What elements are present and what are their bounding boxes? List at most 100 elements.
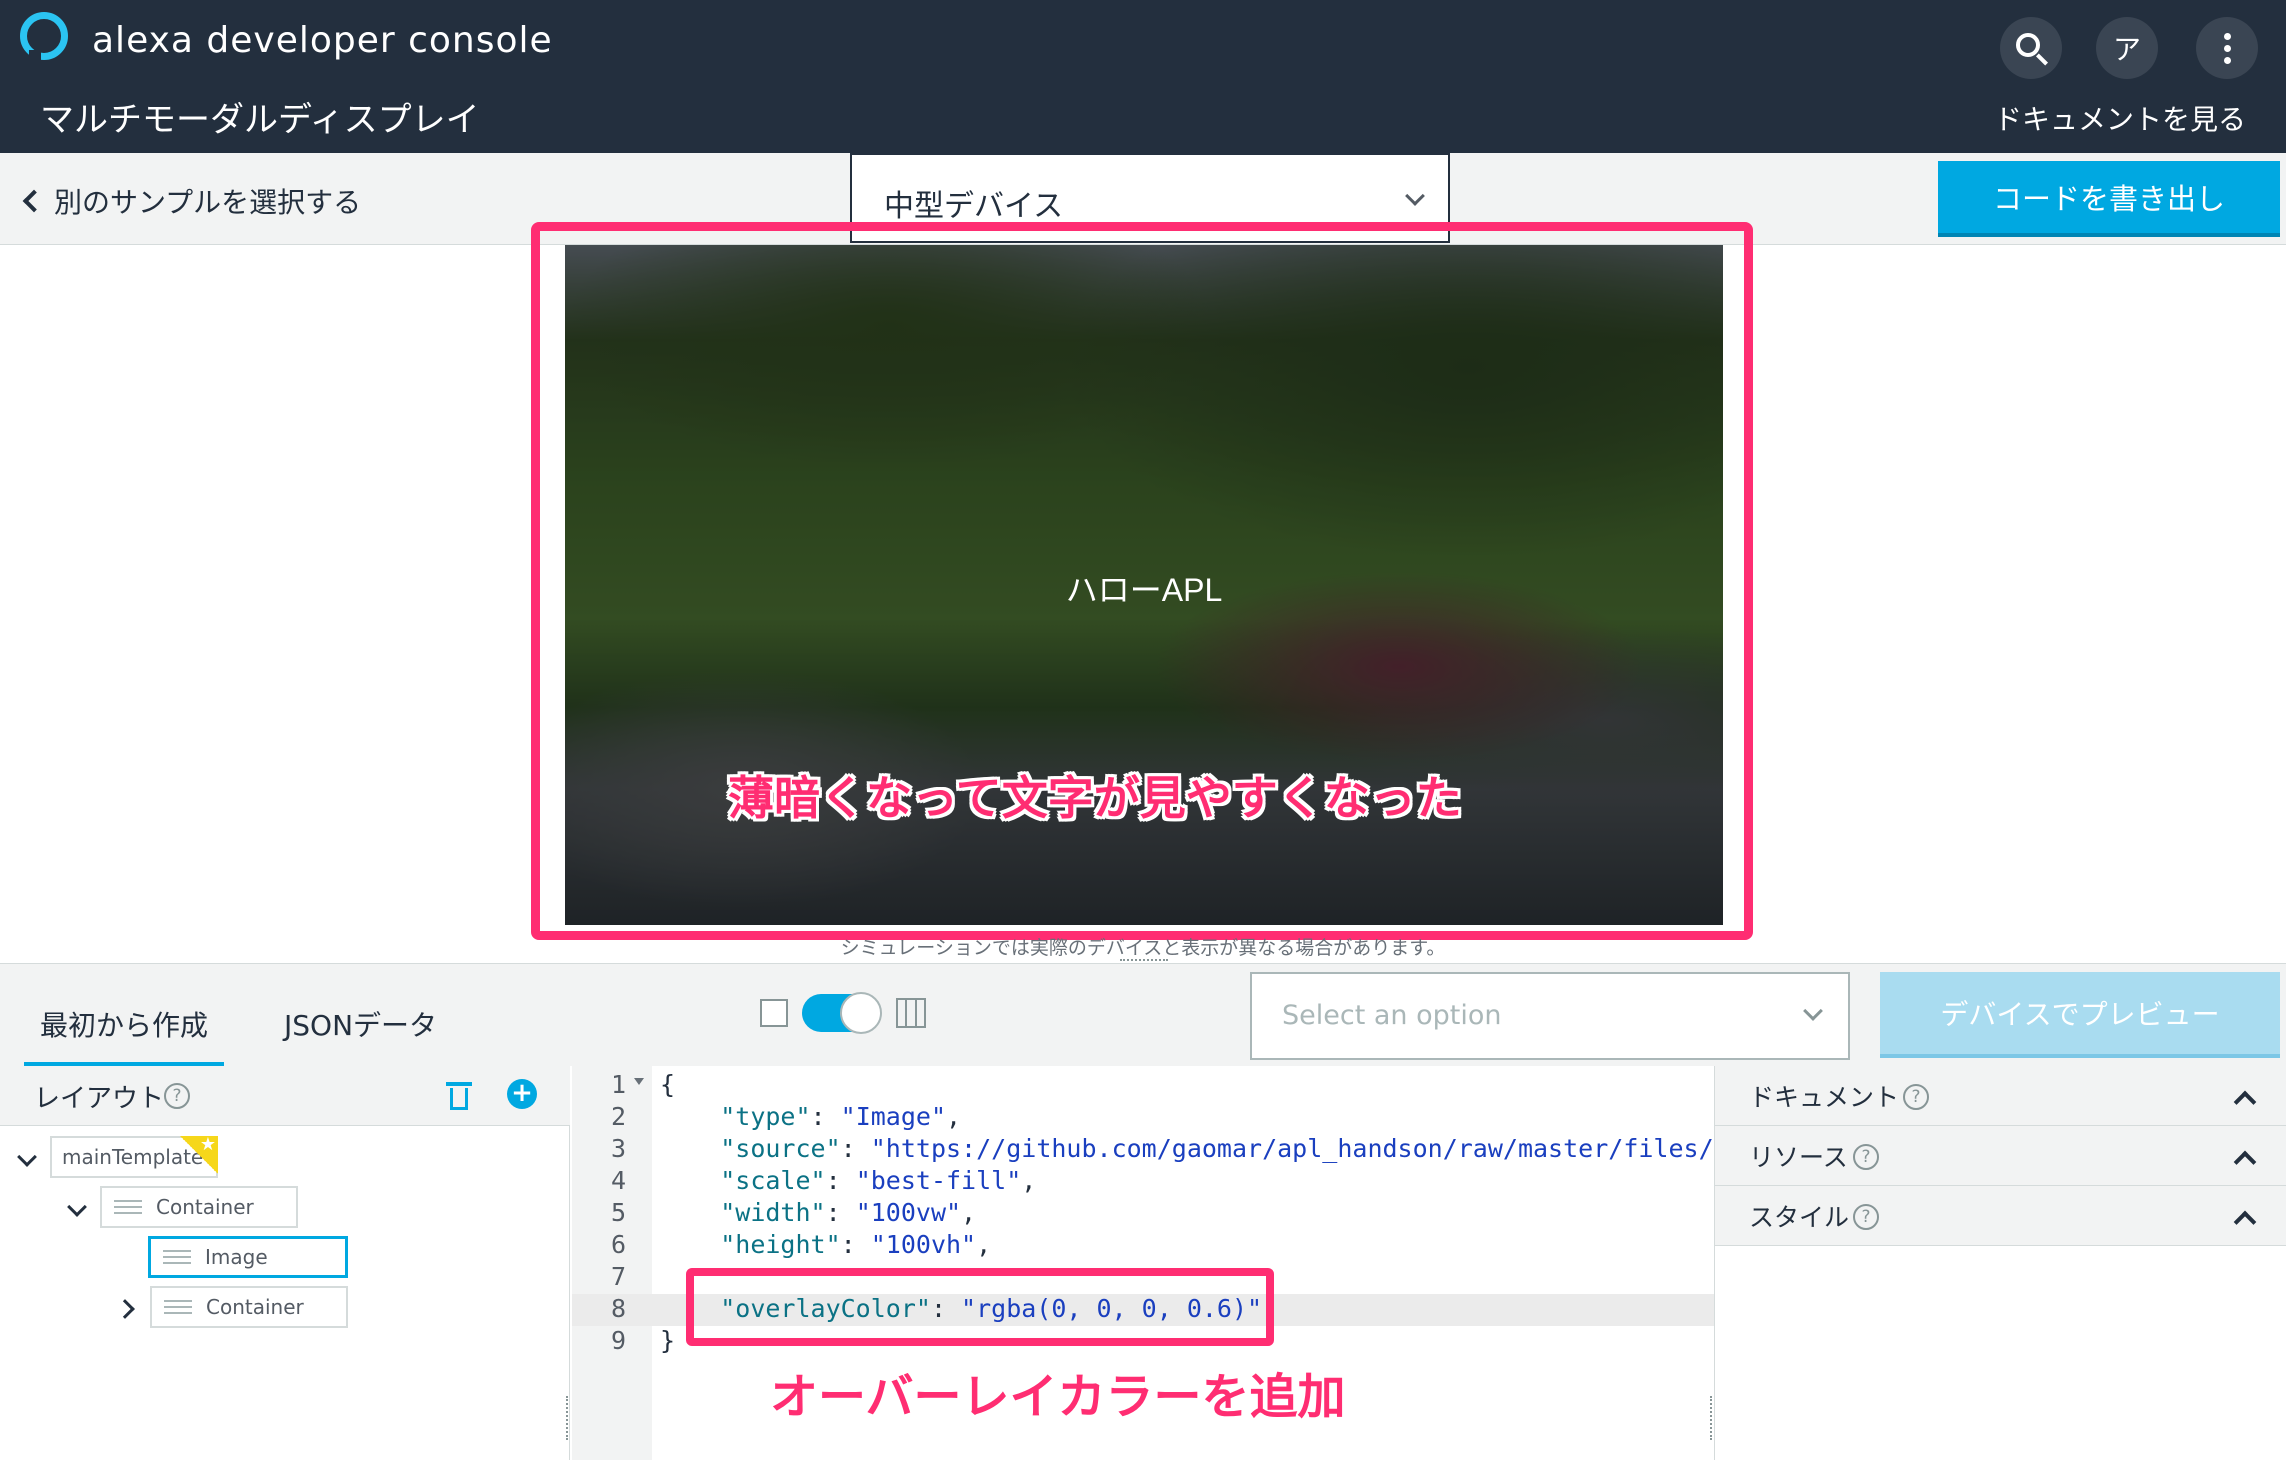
star-icon	[180, 1134, 218, 1174]
code-highlight-frame	[686, 1268, 1274, 1346]
line-number: 1	[610, 1070, 626, 1099]
alexa-logo-icon[interactable]	[20, 12, 68, 62]
json-punctuation: :	[825, 1198, 856, 1227]
export-code-button[interactable]: コードを書き出し	[1938, 161, 2280, 237]
json-key: "scale"	[720, 1166, 826, 1195]
json-punctuation: :	[810, 1102, 841, 1131]
tab-json-data[interactable]: JSONデータ	[284, 1004, 437, 1062]
tree-node-image[interactable]: Image	[148, 1236, 348, 1278]
page-title: マルチモーダルディスプレイ	[40, 100, 480, 140]
layout-panel-title: レイアウト	[34, 1084, 165, 1114]
help-icon[interactable]: ?	[1853, 1144, 1879, 1170]
help-icon[interactable]: ?	[164, 1083, 190, 1109]
code-line[interactable]: 2 "type": "Image",	[572, 1102, 1714, 1134]
line-number: 8	[610, 1294, 626, 1323]
code-text: "scale": "best-fill",	[660, 1166, 1036, 1195]
fold-caret-icon[interactable]	[634, 1078, 644, 1085]
code-line[interactable]: 6 "height": "100vh",	[572, 1230, 1714, 1262]
docs-link[interactable]: ドキュメントを見る	[1994, 98, 2246, 138]
chevron-right-icon[interactable]	[115, 1299, 135, 1319]
side-panel: ドキュメント ? リソース ? スタイル ?	[1714, 1066, 2286, 1460]
accordion-documents[interactable]: ドキュメント ?	[1715, 1066, 2286, 1126]
back-to-samples-link[interactable]: 別のサンプルを選択する	[20, 181, 361, 221]
component-lines-icon	[164, 1300, 192, 1314]
json-key: "source"	[720, 1134, 841, 1163]
code-line[interactable]: 4 "scale": "best-fill",	[572, 1166, 1714, 1198]
chevron-up-icon[interactable]	[2233, 1150, 2257, 1174]
layout-panel-header: レイアウト ? +	[0, 1066, 570, 1126]
top-header: alexa developer console マルチモーダルディスプレイ ドキ…	[0, 0, 2286, 153]
chevron-down-icon[interactable]	[17, 1147, 37, 1167]
component-lines-icon	[114, 1200, 142, 1214]
help-icon[interactable]: ?	[1903, 1084, 1929, 1110]
chevron-down-icon[interactable]	[67, 1197, 87, 1217]
chevron-up-icon[interactable]	[2233, 1090, 2257, 1114]
preview-callout-text: 薄暗くなって文字が見やすくなった	[728, 771, 1462, 825]
accordion-label: スタイル	[1749, 1203, 1850, 1232]
json-string: "https://github.com/gaomar/apl_handson/r…	[870, 1134, 1714, 1163]
chevron-up-icon[interactable]	[2233, 1210, 2257, 1234]
accordion-resources[interactable]: リソース ?	[1715, 1126, 2286, 1186]
help-icon[interactable]: ?	[1853, 1204, 1879, 1230]
accordion-label: ドキュメント	[1749, 1083, 1900, 1112]
json-punctuation	[660, 1102, 720, 1131]
code-text: "width": "100vw",	[660, 1198, 976, 1227]
json-string: "100vw"	[855, 1198, 962, 1227]
view-mode-toggle[interactable]	[802, 992, 882, 1034]
code-text: {	[660, 1070, 675, 1099]
more-menu-button[interactable]	[2196, 17, 2258, 79]
json-punctuation	[660, 1198, 720, 1227]
code-text: }	[660, 1326, 675, 1355]
tree-node-container[interactable]: Container	[100, 1186, 298, 1228]
code-line[interactable]: 5 "width": "100vw",	[572, 1198, 1714, 1230]
preview-area: ハローAPL 薄暗くなって文字が見やすくなった シミュレーションでは実際のデバイ…	[0, 222, 2286, 969]
json-key: "type"	[720, 1102, 811, 1131]
brand-title[interactable]: alexa developer console	[92, 20, 553, 61]
search-icon	[2016, 33, 2040, 57]
code-text: "type": "Image",	[660, 1102, 961, 1131]
option-select-placeholder: Select an option	[1282, 1000, 1502, 1031]
accordion-styles[interactable]: スタイル ?	[1715, 1186, 2286, 1246]
line-number: 2	[610, 1102, 626, 1131]
json-punctuation	[660, 1166, 720, 1195]
json-punctuation: ,	[961, 1198, 977, 1227]
chevron-left-icon	[22, 189, 46, 213]
json-punctuation: }	[660, 1326, 676, 1355]
account-avatar-button[interactable]: ア	[2096, 17, 2158, 79]
code-callout-text: オーバーレイカラーを追加	[770, 1369, 1346, 1425]
json-string: "best-fill"	[855, 1166, 1022, 1195]
tree-node-container[interactable]: Container	[150, 1286, 348, 1328]
json-string: "Image"	[840, 1102, 946, 1131]
chevron-down-icon	[1803, 1001, 1823, 1021]
preview-on-device-button[interactable]: デバイスでプレビュー	[1880, 972, 2280, 1058]
code-line[interactable]: 1{	[572, 1070, 1714, 1102]
line-number: 3	[610, 1134, 626, 1163]
code-line[interactable]: 3 "source": "https://github.com/gaomar/a…	[572, 1134, 1714, 1166]
editor-toolbar: 最初から作成 JSONデータ Select an option デバイスでプレビ…	[0, 963, 2286, 1066]
tab-build-from-scratch[interactable]: 最初から作成	[24, 1004, 225, 1066]
tree-node-label: Container	[156, 1195, 254, 1219]
add-component-icon[interactable]: +	[507, 1079, 537, 1109]
code-text: "source": "https://github.com/gaomar/apl…	[660, 1134, 1714, 1163]
json-punctuation: ,	[976, 1230, 992, 1259]
line-number: 5	[610, 1198, 626, 1227]
json-punctuation: ,	[946, 1102, 962, 1131]
view-mode-checkbox[interactable]	[760, 999, 788, 1027]
json-punctuation	[660, 1134, 720, 1163]
more-vertical-icon	[2223, 32, 2231, 64]
preview-highlight-frame	[531, 222, 1753, 940]
json-punctuation	[660, 1230, 720, 1259]
trash-icon[interactable]	[446, 1080, 472, 1110]
json-punctuation: :	[825, 1166, 856, 1195]
option-select[interactable]: Select an option	[1250, 972, 1850, 1060]
line-number: 4	[610, 1166, 626, 1195]
split-columns-icon[interactable]	[896, 998, 926, 1028]
back-link-label: 別のサンプルを選択する	[54, 186, 362, 219]
tree-node-main-template[interactable]: mainTemplate	[50, 1134, 218, 1178]
chevron-down-icon	[1405, 186, 1425, 206]
search-button[interactable]	[2000, 17, 2062, 79]
json-string: "100vh"	[870, 1230, 977, 1259]
line-number: 7	[610, 1262, 626, 1291]
device-select-value: 中型デバイス	[884, 189, 1064, 224]
code-text: "height": "100vh",	[660, 1230, 991, 1259]
